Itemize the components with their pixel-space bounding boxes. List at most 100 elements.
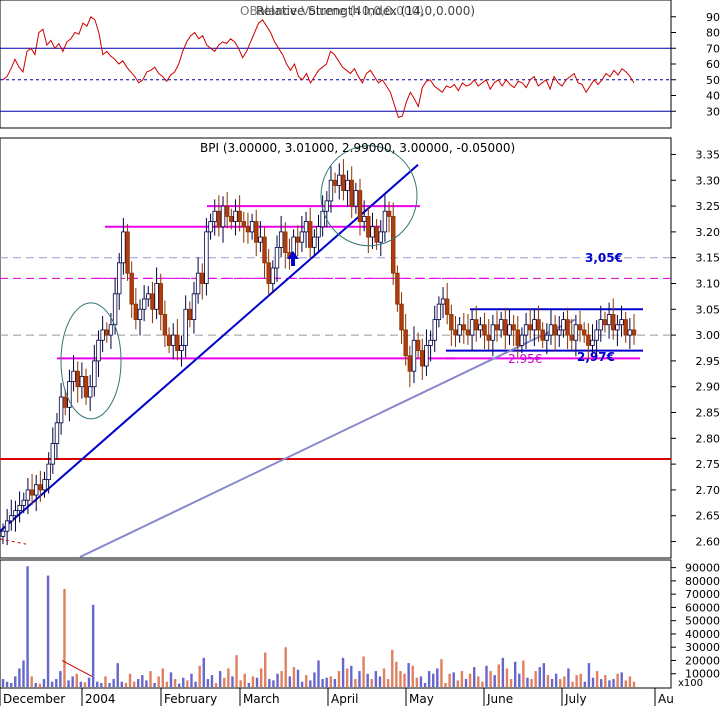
candle-body — [274, 246, 280, 269]
candle-body — [220, 205, 226, 228]
candle-body — [386, 210, 392, 217]
volume-bar — [497, 664, 500, 687]
candle-body — [195, 272, 201, 295]
candle-body — [415, 339, 421, 351]
volume-bar — [550, 679, 554, 687]
volume-tick-label: 70000 — [685, 588, 720, 601]
price-tick-label: 2.60 — [696, 536, 721, 549]
candle-body — [200, 272, 205, 284]
volume-bar — [382, 668, 386, 687]
volume-bar — [223, 677, 226, 687]
volume-bar — [124, 683, 128, 687]
candle-body — [490, 324, 496, 341]
annotation-support: 2,97€ — [577, 350, 615, 364]
volume-bar — [354, 679, 357, 687]
candle-body — [353, 190, 359, 207]
volume-bar — [194, 681, 197, 687]
candle-body — [444, 298, 450, 315]
candle-body — [457, 324, 462, 336]
volume-bar — [628, 676, 632, 687]
volume-bar — [399, 671, 402, 687]
candle-body — [424, 345, 429, 367]
volume-bar — [448, 673, 451, 687]
candle-body — [345, 179, 350, 192]
volume-bar — [513, 661, 517, 687]
volume-tick-label: 30000 — [685, 641, 720, 654]
volume-bar — [71, 676, 74, 687]
candle-body — [420, 350, 425, 367]
volume-bar — [436, 668, 439, 687]
candle-body — [573, 324, 579, 341]
volume-bar — [329, 676, 332, 687]
volume-bar — [239, 680, 242, 687]
volume-bar — [534, 671, 537, 687]
candle-body — [295, 236, 300, 243]
volume-bar — [292, 667, 296, 687]
volume-bar — [214, 683, 218, 687]
volume-bar — [67, 680, 70, 687]
volume-bar — [604, 675, 607, 687]
volume-bar — [460, 671, 464, 687]
price-tick-label: 2.65 — [696, 510, 721, 523]
volume-bar — [362, 656, 365, 687]
volume-bar — [423, 683, 427, 687]
candle-body — [92, 360, 97, 388]
candle-body — [129, 272, 134, 305]
candle-body — [349, 179, 354, 207]
volume-bar — [42, 679, 46, 687]
candle-body — [395, 272, 400, 305]
candle-body — [179, 345, 184, 351]
volume-bar — [14, 676, 17, 687]
volume-bar — [616, 673, 619, 687]
volume-bar — [554, 673, 558, 687]
candle-body — [341, 174, 346, 192]
volume-bar — [419, 676, 423, 687]
candle-body — [528, 324, 533, 331]
volume-bar — [38, 683, 42, 687]
price-tick-label: 3.30 — [696, 174, 721, 187]
volume-bar — [505, 668, 509, 687]
volume-bar — [587, 663, 591, 687]
candle-body — [100, 329, 105, 341]
volume-bar — [108, 683, 111, 687]
candle-body — [328, 179, 334, 202]
candle-body — [216, 210, 222, 228]
candle-body — [449, 314, 454, 331]
price-tick-label: 2.85 — [696, 407, 721, 420]
volume-bar — [341, 657, 345, 687]
volume-bar — [206, 679, 210, 687]
volume-bar — [464, 679, 468, 687]
candle-body — [121, 231, 126, 264]
rsi-tick-label: 60 — [706, 58, 720, 71]
volume-bar — [1, 679, 5, 687]
volume-bar — [251, 676, 255, 687]
candle-body — [332, 179, 338, 186]
volume-bar — [563, 676, 566, 687]
volume-bar — [30, 676, 33, 687]
candle-body — [104, 329, 109, 336]
volume-bar — [456, 680, 460, 687]
candle-body — [141, 298, 147, 310]
volume-bar — [268, 679, 271, 687]
candle-body — [58, 396, 64, 424]
volume-bar — [202, 657, 205, 687]
candle-body — [440, 298, 446, 305]
price-tick-label: 2.95 — [696, 355, 721, 368]
candle-body — [432, 319, 437, 341]
volume-bar — [272, 680, 275, 687]
rsi-tick-label: 50 — [706, 74, 720, 87]
rsi-tick-label: 40 — [706, 90, 720, 103]
candle-body — [494, 324, 500, 331]
volume-bar — [530, 679, 533, 687]
candle-body — [370, 226, 375, 238]
volume-bar — [526, 677, 529, 687]
candle-body — [557, 329, 562, 336]
candle-body — [241, 221, 246, 228]
volume-bar — [452, 672, 455, 687]
candle-body — [175, 334, 180, 351]
candle-body — [594, 329, 599, 341]
candle-body — [453, 329, 458, 336]
volume-bar — [18, 668, 21, 687]
volume-bar — [59, 671, 62, 687]
candle-body — [465, 329, 471, 336]
